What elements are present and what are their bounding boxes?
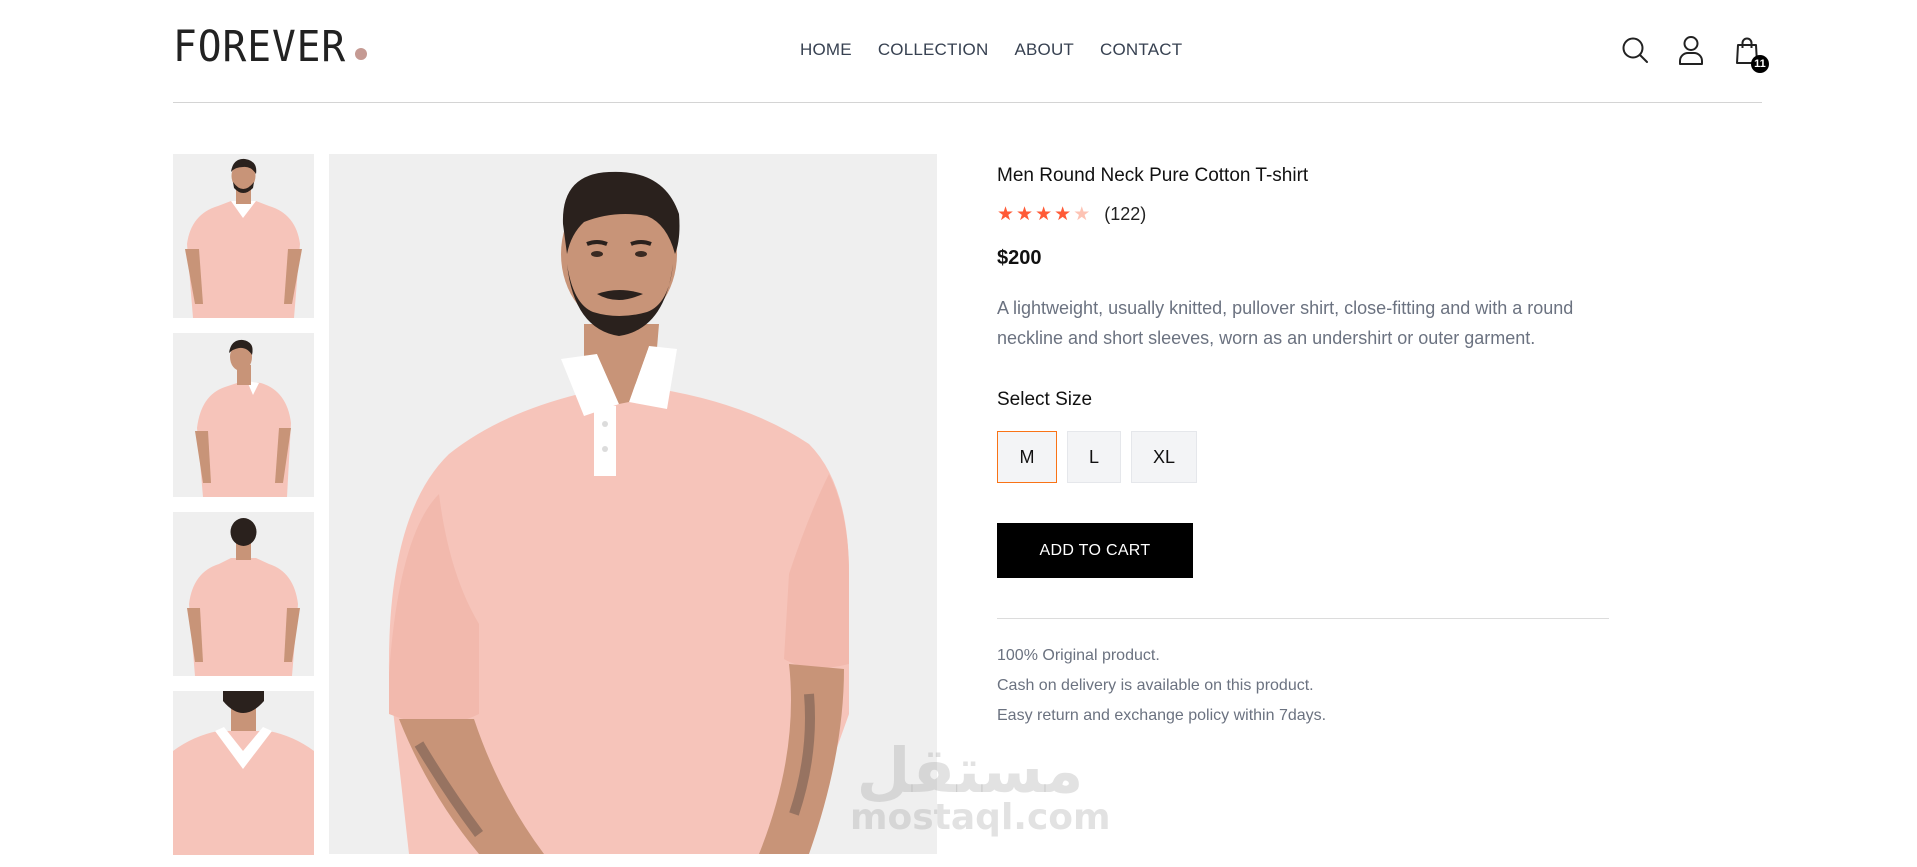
cart-button[interactable]: 11 (1732, 34, 1769, 73)
product-description: A lightweight, usually knitted, pullover… (997, 298, 1574, 348)
product-policies: 100% Original product. Cash on delivery … (997, 641, 1610, 731)
profile-button[interactable] (1676, 34, 1706, 66)
logo-text: FOREVER (173, 22, 347, 72)
product-thumbnail-image (173, 154, 314, 318)
star-filled-icon: ★ (1054, 204, 1072, 225)
nav-item-collection[interactable]: COLLECTION (878, 40, 989, 60)
product-title: Men Round Neck Pure Cotton T-shirt (997, 165, 1309, 186)
thumbnail-side[interactable] (173, 333, 314, 497)
nav-item-about[interactable]: ABOUT (1014, 40, 1074, 60)
product-main-image (329, 154, 937, 854)
select-size-label: Select Size (997, 389, 1093, 410)
user-icon (1679, 36, 1703, 65)
thumbnail-front[interactable] (173, 154, 314, 318)
product-info: Men Round Neck Pure Cotton T-shirt ★ ★ ★… (997, 165, 1610, 731)
size-option-l[interactable]: L (1067, 431, 1121, 483)
policy-item: Easy return and exchange policy within 7… (997, 707, 1327, 724)
size-option-xl[interactable]: XL (1131, 431, 1197, 483)
product-thumbnail-image (173, 691, 314, 855)
star-filled-icon: ★ (997, 204, 1015, 225)
product-model-image (329, 154, 937, 854)
product-rating: ★ ★ ★ ★ ★ (122) (997, 204, 1610, 225)
star-filled-icon: ★ (1016, 204, 1034, 225)
search-icon (1622, 37, 1648, 63)
thumbnail-list (173, 154, 314, 867)
thumbnail-back[interactable] (173, 512, 314, 676)
header-actions: 11 (1620, 34, 1769, 73)
thumbnail-closeup[interactable] (173, 691, 314, 855)
policy-item: 100% Original product. (997, 647, 1160, 664)
rating-count: (122) (1104, 204, 1147, 224)
nav-item-contact[interactable]: CONTACT (1100, 40, 1182, 60)
cart-count-badge: 11 (1751, 55, 1769, 73)
product-price: $200 (997, 247, 1042, 269)
divider (997, 618, 1609, 619)
product-thumbnail-image (173, 333, 314, 497)
star-filled-icon: ★ (1035, 204, 1053, 225)
brand-logo[interactable]: FOREVER (173, 22, 368, 72)
product-thumbnail-image (173, 512, 314, 676)
size-options: M L XL (997, 431, 1610, 483)
nav-item-home[interactable]: HOME (800, 40, 852, 60)
logo-dot (355, 48, 368, 60)
main-nav: HOME COLLECTION ABOUT CONTACT (800, 40, 1182, 60)
policy-item: Cash on delivery is available on this pr… (997, 677, 1314, 694)
size-option-m[interactable]: M (997, 431, 1057, 483)
add-to-cart-button[interactable]: ADD TO CART (997, 523, 1193, 578)
search-button[interactable] (1620, 34, 1650, 66)
star-empty-icon: ★ (1073, 204, 1091, 225)
site-header: FOREVER HOME COLLECTION ABOUT CONTACT 11 (173, 0, 1769, 103)
